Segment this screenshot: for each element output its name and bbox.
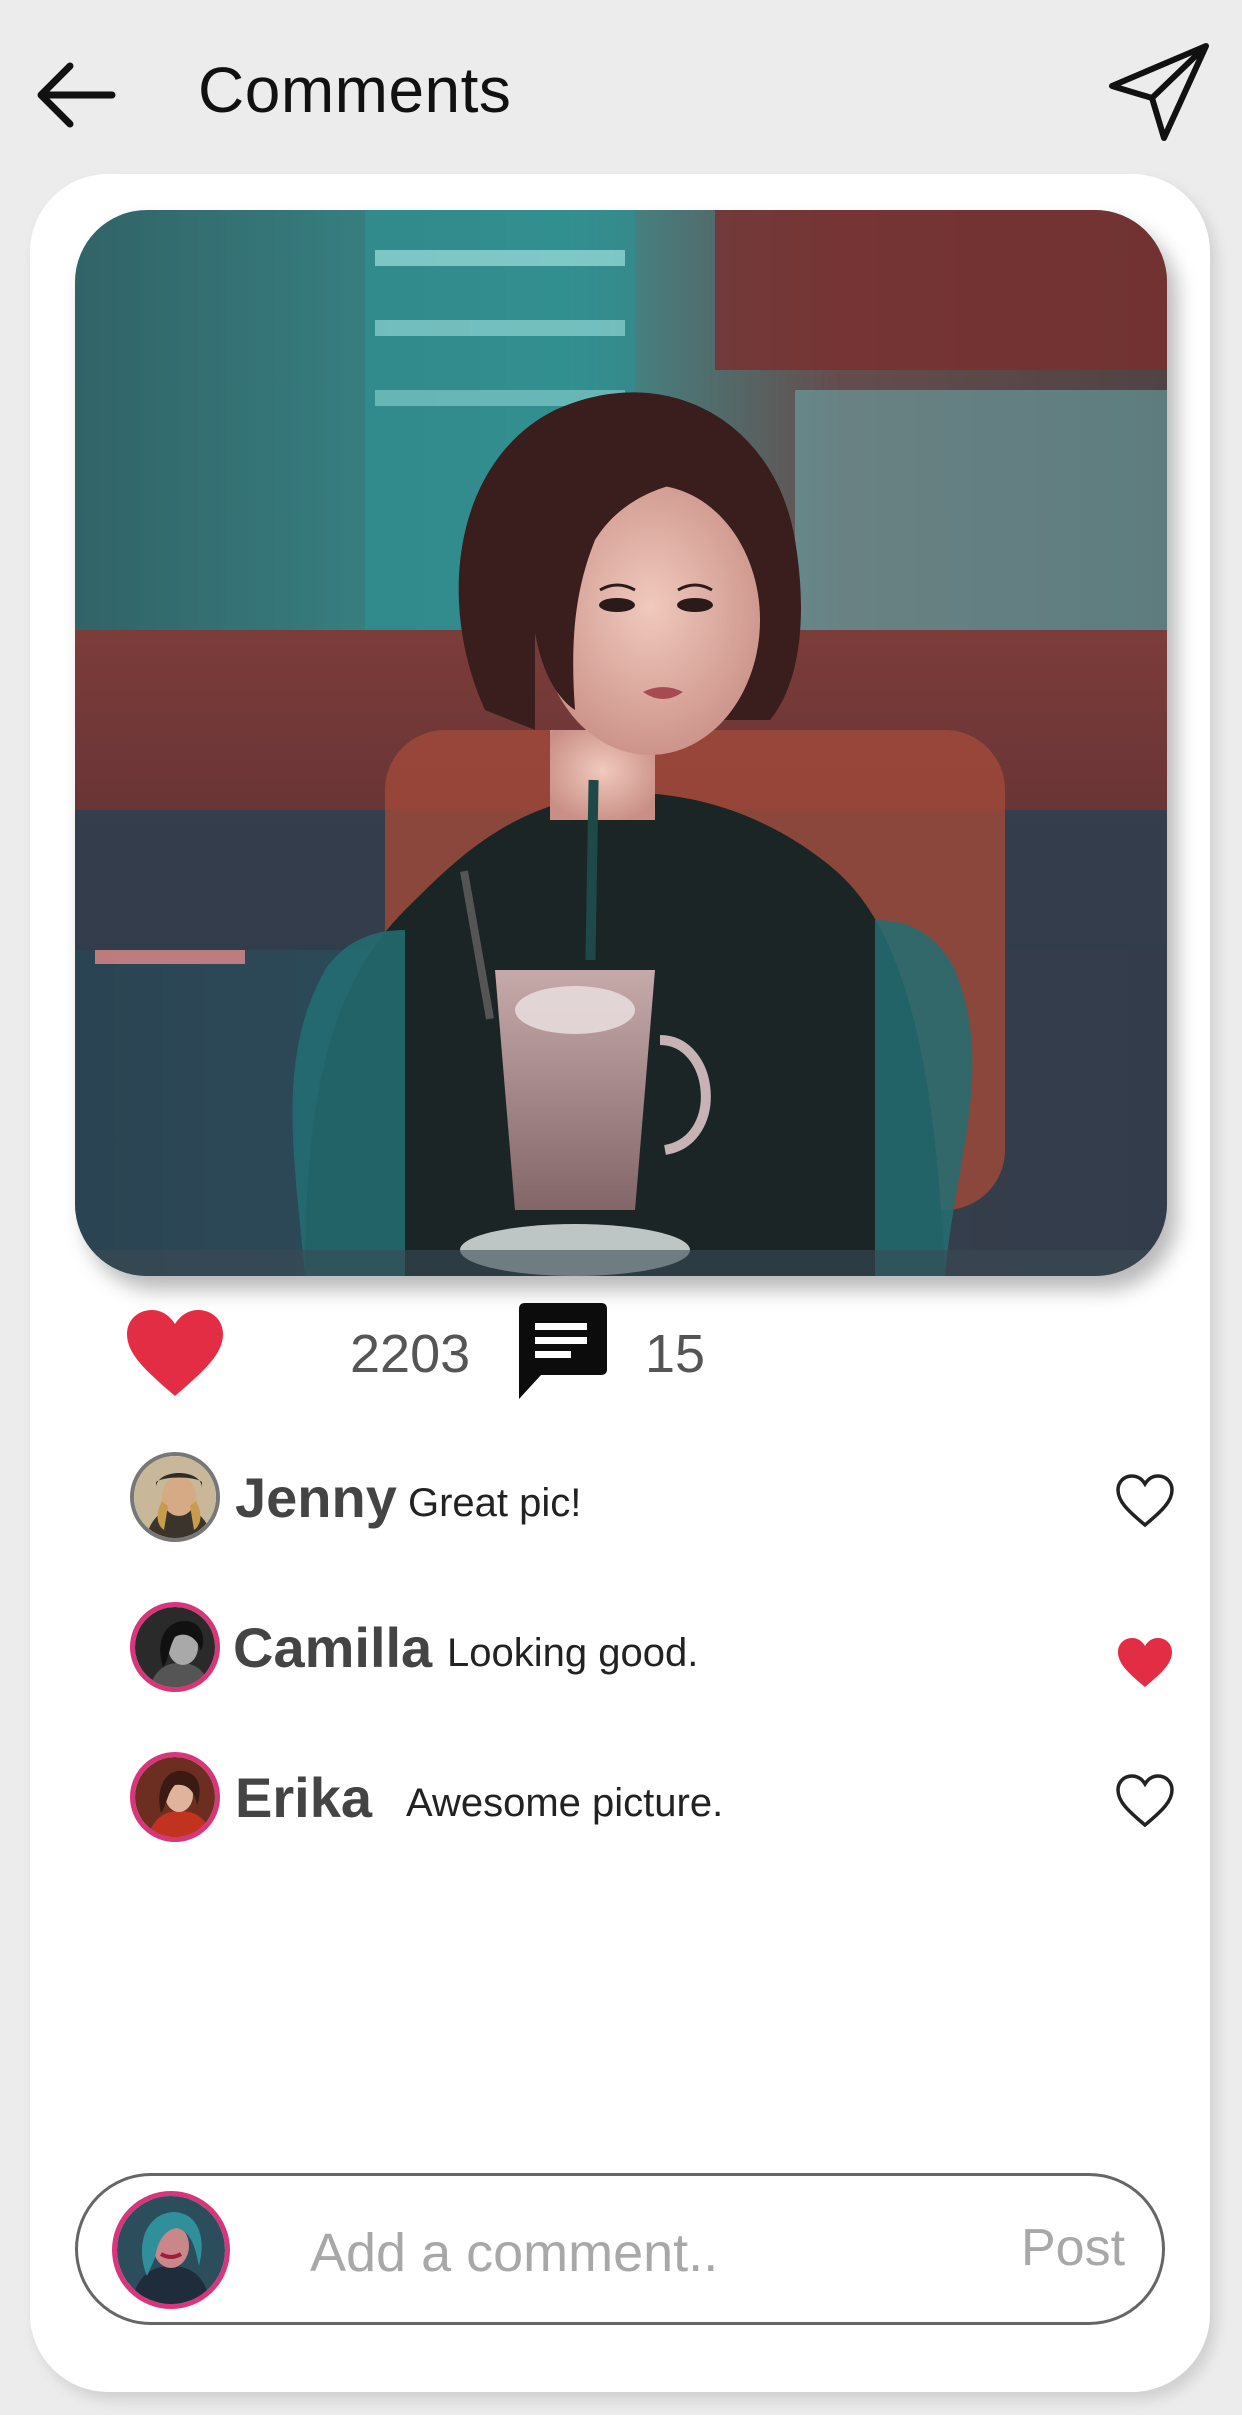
post-button[interactable]: Post [1021,2218,1125,2278]
comment-like-button[interactable] [1115,1773,1175,1829]
comment-item: Erika Awesome picture. [130,1747,1180,1847]
top-bar: Comments [0,0,1242,180]
paper-plane-icon [1109,43,1209,141]
comment-text: Awesome picture. [406,1781,724,1825]
comment-like-button[interactable] [1115,1635,1175,1691]
comment-item: Camilla Looking good. [130,1597,1180,1697]
comment-count: 15 [645,1324,706,1384]
comment-input[interactable] [308,2212,952,2294]
comment-item: Jenny Great pic! [130,1447,1180,1547]
user-avatar-photo [117,2196,225,2304]
avatar[interactable] [130,1602,220,1692]
share-button[interactable] [1106,40,1210,144]
post-stats: 2203 15 [125,1301,825,1401]
avatar[interactable] [130,1452,220,1542]
avatar-photo [135,1757,215,1837]
comment-author[interactable]: Erika [235,1765,372,1830]
comment-text: Great pic! [408,1481,582,1525]
user-avatar[interactable] [112,2191,230,2309]
heart-filled-icon [1118,1638,1172,1687]
avatar-photo [135,1607,215,1687]
comment-text: Looking good. [447,1631,699,1675]
like-count: 2203 [350,1324,471,1384]
avatar[interactable] [130,1752,220,1842]
post-image[interactable] [75,210,1167,1276]
comment-author[interactable]: Jenny [235,1465,397,1530]
heart-icon [127,1310,223,1396]
comments-button[interactable] [513,1301,609,1401]
comment-composer: Post [75,2173,1165,2325]
page-title: Comments [198,54,512,126]
arrow-left-icon [37,62,116,128]
comment-author[interactable]: Camilla [233,1615,432,1680]
heart-outline-icon [1116,1774,1174,1828]
back-button[interactable] [34,52,120,138]
post-photo [75,210,1167,1276]
heart-outline-icon [1116,1474,1174,1528]
comment-like-button[interactable] [1115,1473,1175,1529]
speech-bubble-icon [519,1303,607,1399]
avatar-photo [134,1456,216,1538]
like-button[interactable] [125,1308,225,1398]
post-card: 2203 15 Jenny Great pic! Camilla Looking… [30,174,1210,2392]
